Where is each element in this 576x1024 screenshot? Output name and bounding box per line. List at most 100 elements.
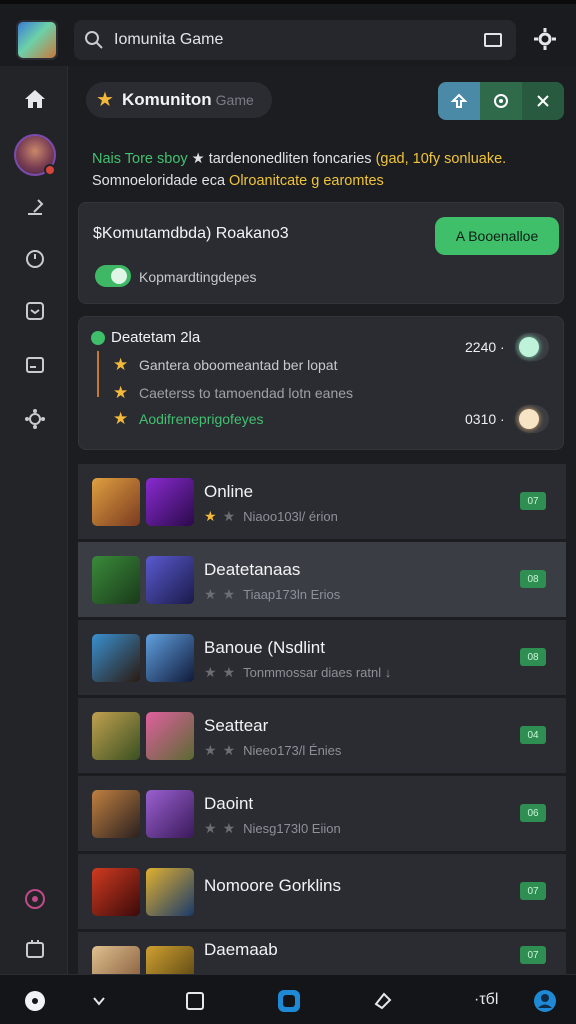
game-thumbnail[interactable] [146, 634, 194, 682]
game-name: Nomoore Gorklins [204, 876, 341, 895]
game-meta-text: Niaoo103l/ érion [243, 509, 338, 524]
status-row: ★ Caeterss to tamoendad lotn eanes [113, 383, 353, 403]
square-icon[interactable] [182, 988, 208, 1014]
star-icon: ★ [204, 664, 217, 680]
promo-text: Nais Tore sboy ★ tardenonedliten foncari… [92, 148, 562, 192]
status-value-2: 0310 · [465, 411, 505, 427]
search-bar[interactable]: Iomunita Game [74, 20, 516, 60]
game-count-badge[interactable]: 07 [520, 882, 546, 900]
game-list-item[interactable]: Online ★ ★ Niaoo103l/ érion 07 [78, 464, 566, 540]
game-avatar[interactable] [16, 20, 58, 60]
share-icon [450, 93, 468, 108]
edit-icon[interactable] [20, 192, 50, 222]
game-count-badge[interactable]: 08 [520, 570, 546, 588]
clock-icon[interactable] [20, 244, 50, 274]
status-toggle-1[interactable] [515, 333, 549, 361]
signal-label: ·τбl [474, 991, 499, 1008]
game-thumbnail[interactable] [92, 634, 140, 682]
cog-icon [494, 94, 508, 108]
game-name: Online [204, 482, 254, 501]
status-value-1: 2240 · [465, 339, 505, 355]
page-title: ★ Komuniton Game [86, 82, 272, 118]
close-icon [537, 95, 549, 107]
promo-body: ★ tardenonedliten foncaries [191, 151, 372, 167]
star-icon: ★ [113, 355, 129, 374]
check-icon [91, 330, 105, 345]
game-thumbnail[interactable] [146, 556, 194, 604]
community-toggle[interactable] [95, 265, 131, 287]
game-list-item[interactable]: Deatetanaas ★ ★ Tiaap173ln Erios 08 [78, 542, 566, 618]
game-count-badge[interactable]: 04 [520, 726, 546, 744]
card-icon[interactable] [20, 350, 50, 380]
game-meta: ★ ★ Tiaap173ln Erios [204, 586, 340, 603]
settings-gear-icon[interactable] [532, 26, 558, 52]
segment-close[interactable] [522, 82, 564, 120]
game-thumbnail[interactable] [92, 790, 140, 838]
segment-share[interactable] [438, 82, 480, 120]
game-count-badge[interactable]: 08 [520, 648, 546, 666]
game-list-item[interactable]: Daoint ★ ★ Niesg173l0 Eiion 06 [78, 776, 566, 852]
promo-highlight: Nais Tore sboy [92, 151, 188, 167]
game-thumbnail[interactable] [92, 868, 140, 916]
user-avatar[interactable] [14, 134, 56, 176]
status-row-text[interactable]: Aodifreneprigofeyes [139, 411, 264, 427]
top-bar: Iomunita Game [0, 0, 576, 66]
capture-icon[interactable] [276, 988, 302, 1014]
tag-icon[interactable] [370, 988, 396, 1014]
game-list-item[interactable]: Banoue (Nsdlint ★ ★ Tonmmossar diaes ratnl … [78, 620, 566, 696]
game-name: Seattear [204, 716, 269, 735]
star-icon: ★ [204, 742, 217, 758]
star-icon: ★ [113, 383, 129, 402]
record-icon[interactable] [20, 884, 50, 914]
home-icon[interactable] [20, 84, 50, 114]
star-icon: ★ [222, 664, 236, 680]
calendar-icon[interactable] [20, 934, 50, 964]
game-count-badge[interactable]: 06 [520, 804, 546, 822]
segment-settings[interactable] [480, 82, 522, 120]
star-icon: ★ [204, 820, 217, 836]
game-thumbnail[interactable] [146, 478, 194, 526]
home-circle-icon[interactable] [22, 988, 48, 1014]
community-card-title: $Komutamdbda) Roakano3 [93, 225, 289, 242]
game-list-item[interactable]: Nomoore Gorklins 07 [78, 854, 566, 930]
game-count-badge[interactable]: 07 [520, 492, 546, 510]
game-meta-text: Tonmmossar diaes ratnl ↓ [243, 665, 392, 680]
game-thumbnail[interactable] [146, 712, 194, 760]
profile-icon[interactable] [532, 988, 558, 1014]
star-icon: ★ [222, 508, 236, 524]
game-thumbnail[interactable] [92, 712, 140, 760]
notification-dot [44, 164, 56, 176]
game-meta: ★ ★ Niaoo103l/ érion [204, 508, 338, 525]
game-name: Banoue (Nsdlint [204, 638, 325, 657]
search-text[interactable]: Iomunita Game [114, 31, 484, 49]
promo-accent-2[interactable]: Olroanitcate g earomtes [229, 173, 384, 189]
game-thumbnail[interactable] [92, 478, 140, 526]
sidebar [0, 66, 68, 974]
game-thumbnail[interactable] [92, 556, 140, 604]
status-row-text: Gantera oboomeantad ber lopat [139, 357, 338, 373]
status-row-text: Caeterss to tamoendad lotn eanes [139, 385, 354, 401]
bottom-bar: ·τбl [0, 974, 576, 1024]
window-icon[interactable] [484, 33, 502, 47]
status-toggle-2[interactable] [515, 405, 549, 433]
game-name: Deatetanaas [204, 560, 301, 579]
community-card: $Komutamdbda) Roakano3 A Booenalloe Kopm… [78, 202, 564, 304]
game-meta-text: Tiaap173ln Erios [243, 587, 341, 602]
game-count-badge[interactable]: 07 [520, 946, 546, 964]
star-icon: ★ [204, 586, 217, 602]
chevron-down-icon[interactable] [86, 988, 112, 1014]
game-list-item[interactable]: Seattear ★ ★ Nieeo173/l Énies 04 [78, 698, 566, 774]
game-thumbnail[interactable] [146, 790, 194, 838]
page-subtitle: Game [215, 92, 254, 108]
timeline-line [97, 351, 99, 397]
community-action-button[interactable]: A Booenalloe [435, 217, 559, 255]
search-icon [85, 31, 103, 49]
puzzle-icon[interactable] [20, 404, 50, 434]
inbox-icon[interactable] [20, 296, 50, 326]
status-row: ★ Gantera oboomeantad ber lopat [113, 355, 337, 375]
game-meta: ★ ★ Tonmmossar diaes ratnl ↓ [204, 664, 391, 681]
game-list-item[interactable]: Daemaab 07 [78, 932, 566, 994]
promo-accent: (gad, 10fy sonluake. [375, 151, 507, 167]
game-thumbnail[interactable] [146, 868, 194, 916]
star-icon: ★ [222, 820, 236, 836]
